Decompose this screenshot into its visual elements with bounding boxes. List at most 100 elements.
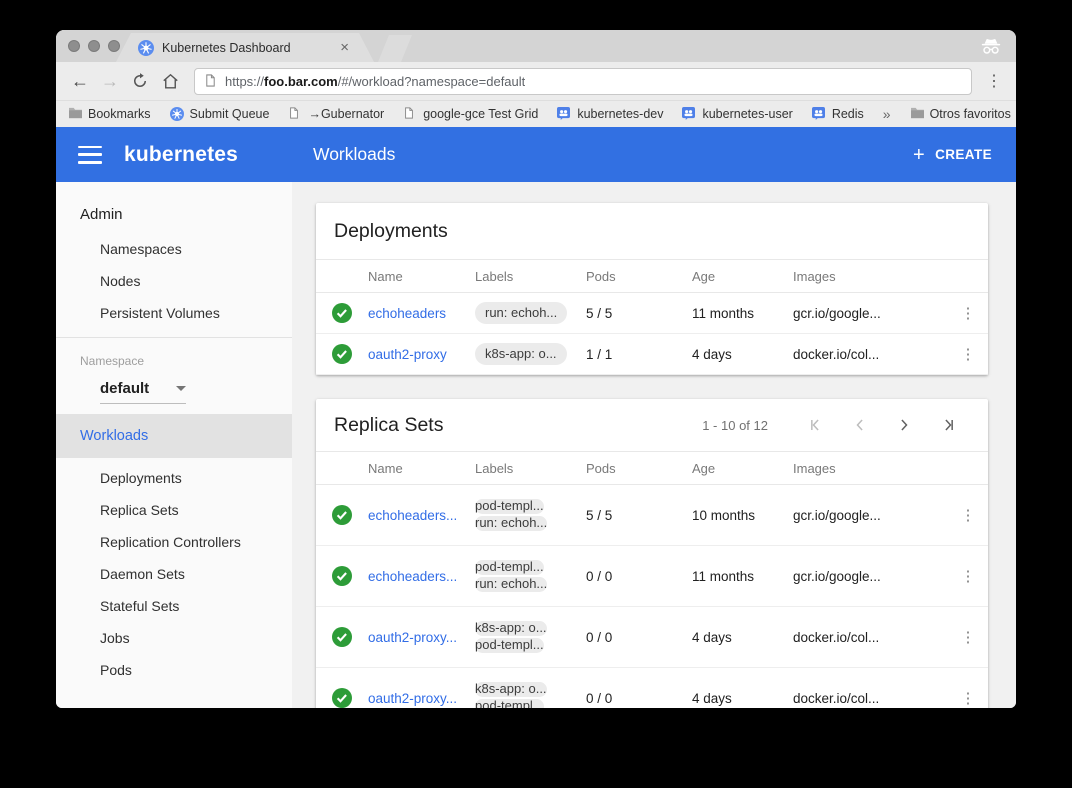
- pods-cell: 0 / 0: [586, 546, 692, 607]
- sidebar-item-replica-sets[interactable]: Replica Sets: [56, 494, 292, 526]
- back-icon[interactable]: ←: [66, 67, 94, 95]
- bookmark-google-gce-test-grid[interactable]: google-gce Test Grid: [403, 107, 538, 121]
- bookmark-folder[interactable]: Bookmarks: [68, 107, 151, 121]
- age-cell: 11 months: [692, 293, 793, 334]
- kubernetes-icon: [170, 107, 184, 121]
- column-header-labels: Labels: [475, 260, 586, 293]
- forward-icon[interactable]: →: [96, 67, 124, 95]
- sidebar-divider: [56, 337, 292, 338]
- pods-cell: 1 / 1: [586, 334, 692, 375]
- row-menu-icon[interactable]: ⋮: [961, 507, 976, 524]
- plus-icon: +: [913, 145, 925, 165]
- resource-link[interactable]: oauth2-proxy...: [368, 630, 457, 645]
- reload-icon[interactable]: [126, 67, 154, 95]
- browser-tab[interactable]: Kubernetes Dashboard ×: [116, 33, 374, 62]
- sidebar-item-deployments[interactable]: Deployments: [56, 462, 292, 494]
- app-bar: kubernetes Workloads + CREATE: [56, 127, 1016, 182]
- sidebar-item-replication-controllers[interactable]: Replication Controllers: [56, 526, 292, 558]
- label-chip: run: echoh...: [475, 516, 547, 531]
- replica-sets-card-title: Replica Sets: [334, 414, 443, 437]
- label-chip: k8s-app: o...: [475, 682, 547, 697]
- main-content: Deployments Name Labels Pods Age Images: [292, 182, 1016, 708]
- bookmark-submit-queue[interactable]: Submit Queue: [170, 107, 270, 121]
- images-cell: docker.io/col...: [793, 668, 948, 709]
- row-menu-icon[interactable]: ⋮: [961, 629, 976, 646]
- groups-icon: [812, 107, 826, 121]
- resource-link[interactable]: echoheaders...: [368, 508, 457, 523]
- resource-link[interactable]: oauth2-proxy: [368, 347, 447, 362]
- row-menu-icon[interactable]: ⋮: [961, 305, 976, 322]
- pods-cell: 5 / 5: [586, 293, 692, 334]
- label-chip: pod-templ...: [475, 638, 544, 653]
- page-title: Workloads: [313, 144, 395, 165]
- first-page-icon[interactable]: [794, 413, 838, 437]
- deployments-header-row: Name Labels Pods Age Images: [316, 260, 988, 293]
- sidebar-item-stateful-sets[interactable]: Stateful Sets: [56, 590, 292, 622]
- address-bar[interactable]: https://foo.bar.com/#/workload?namespace…: [194, 68, 972, 95]
- browser-menu-icon[interactable]: ⋮: [982, 71, 1006, 91]
- column-header-age: Age: [692, 452, 793, 485]
- images-cell: gcr.io/google...: [793, 485, 948, 546]
- deployments-card: Deployments Name Labels Pods Age Images: [316, 203, 988, 375]
- resource-link[interactable]: echoheaders...: [368, 569, 457, 584]
- row-menu-icon[interactable]: ⋮: [961, 568, 976, 585]
- close-window-button[interactable]: [68, 40, 80, 52]
- age-cell: 10 months: [692, 485, 793, 546]
- column-header-images: Images: [793, 452, 948, 485]
- maximize-window-button[interactable]: [108, 40, 120, 52]
- sidebar-item-persistent-volumes[interactable]: Persistent Volumes: [56, 297, 292, 329]
- sidebar-item-pods[interactable]: Pods: [56, 654, 292, 686]
- browser-toolbar: ← → https://foo.bar.com/#/workload?names…: [56, 62, 1016, 100]
- bookmarks-overflow-chevron[interactable]: »: [883, 106, 891, 122]
- folder-icon: [68, 107, 82, 121]
- create-button[interactable]: + CREATE: [913, 145, 992, 165]
- previous-page-icon[interactable]: [838, 413, 882, 437]
- resource-link[interactable]: echoheaders: [368, 306, 446, 321]
- minimize-window-button[interactable]: [88, 40, 100, 52]
- tab-close-icon[interactable]: ×: [337, 38, 352, 57]
- bookmark-kubernetes-user[interactable]: kubernetes-user: [682, 107, 792, 121]
- bookmark-otros-favoritos[interactable]: Otros favoritos: [910, 107, 1011, 121]
- sidebar-item-daemon-sets[interactable]: Daemon Sets: [56, 558, 292, 590]
- page-icon: [288, 107, 302, 121]
- sidebar-item-jobs[interactable]: Jobs: [56, 622, 292, 654]
- images-cell: gcr.io/google...: [793, 293, 948, 334]
- next-page-icon[interactable]: [882, 413, 926, 437]
- sidebar-item-admin[interactable]: Admin: [56, 196, 292, 233]
- sidebar-item-nodes[interactable]: Nodes: [56, 265, 292, 297]
- replica-sets-card: Replica Sets 1 - 10 of 12 Name Labels: [316, 399, 988, 708]
- hamburger-menu-icon[interactable]: [78, 146, 102, 164]
- last-page-icon[interactable]: [926, 413, 970, 437]
- home-icon[interactable]: [156, 67, 184, 95]
- images-cell: gcr.io/google...: [793, 546, 948, 607]
- bookmark-redis[interactable]: Redis: [812, 107, 864, 121]
- folder-icon: [910, 107, 924, 121]
- resource-link[interactable]: oauth2-proxy...: [368, 691, 457, 706]
- bookmark-gubernator[interactable]: →Gubernator: [288, 107, 384, 121]
- column-header-pods: Pods: [586, 260, 692, 293]
- age-cell: 4 days: [692, 607, 793, 668]
- pagination: 1 - 10 of 12: [702, 413, 970, 437]
- sidebar-item-workloads[interactable]: Workloads: [56, 414, 292, 458]
- row-menu-icon[interactable]: ⋮: [961, 346, 976, 363]
- column-header-labels: Labels: [475, 452, 586, 485]
- pagination-range: 1 - 10 of 12: [702, 418, 768, 433]
- deployments-card-title: Deployments: [334, 220, 448, 243]
- namespace-value: default: [100, 380, 149, 397]
- row-menu-icon[interactable]: ⋮: [961, 690, 976, 707]
- label-chip: k8s-app: o...: [475, 343, 567, 365]
- label-chip: run: echoh...: [475, 577, 547, 592]
- incognito-icon: [980, 38, 1002, 60]
- namespace-select[interactable]: default: [100, 380, 186, 404]
- bookmark-kubernetes-dev[interactable]: kubernetes-dev: [557, 107, 663, 121]
- url-text: https://foo.bar.com/#/workload?namespace…: [225, 74, 525, 89]
- column-header-name: Name: [368, 260, 475, 293]
- tab-title: Kubernetes Dashboard: [162, 41, 337, 55]
- new-tab-button[interactable]: [376, 35, 416, 62]
- column-header-age: Age: [692, 260, 793, 293]
- pods-cell: 0 / 0: [586, 668, 692, 709]
- sidebar-item-namespaces[interactable]: Namespaces: [56, 233, 292, 265]
- column-header-images: Images: [793, 260, 948, 293]
- page-icon: [204, 74, 218, 88]
- table-row: oauth2-proxy... k8s-app: o...pod-templ..…: [316, 607, 988, 668]
